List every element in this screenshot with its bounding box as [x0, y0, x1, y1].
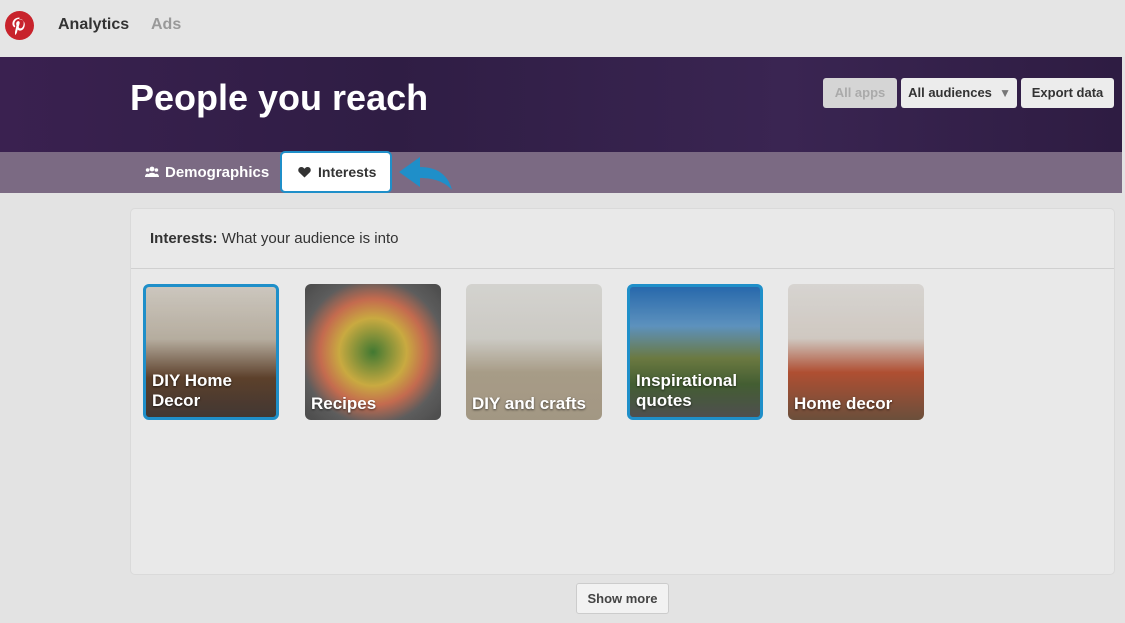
interest-tile[interactable]: DIY and crafts	[466, 284, 602, 420]
export-data-button[interactable]: Export data	[1021, 78, 1114, 108]
nav-analytics-link[interactable]: Analytics	[58, 16, 129, 34]
heart-icon	[298, 153, 318, 191]
panel-heading: Interests: What your audience is into	[150, 230, 398, 247]
interest-label: DIY Home Decor	[152, 371, 232, 410]
top-nav: Analytics Ads	[0, 0, 1125, 57]
caret-down-icon: ▼	[999, 86, 1011, 100]
tab-demographics-label: Demographics	[165, 164, 270, 181]
interest-tile[interactable]: Inspirational quotes	[627, 284, 763, 420]
page-header: People you reach All apps All audiences …	[0, 57, 1122, 152]
page: Analytics Ads People you reach All apps …	[0, 0, 1125, 623]
interest-label: Recipes	[311, 394, 377, 413]
panel-heading-bold: Interests:	[150, 230, 218, 247]
page-title: People you reach	[130, 77, 429, 118]
tab-interests-label: Interests	[318, 164, 377, 180]
interest-tile[interactable]: Home decor	[788, 284, 924, 420]
panel-heading-text: What your audience is into	[221, 230, 399, 247]
tab-interests[interactable]: Interests	[280, 151, 392, 193]
interest-tile[interactable]: DIY Home Decor	[143, 284, 279, 420]
all-apps-button[interactable]: All apps	[823, 78, 897, 108]
all-audiences-dropdown[interactable]: All audiences ▼	[901, 78, 1017, 108]
interest-label: Inspirational quotes	[636, 371, 738, 410]
curved-arrow-icon	[399, 157, 452, 190]
all-audiences-label: All audiences	[908, 85, 992, 100]
panel-divider	[131, 268, 1114, 269]
interest-tile[interactable]: Recipes	[305, 284, 441, 420]
interests-panel: Interests: What your audience is into DI…	[130, 208, 1115, 575]
pinterest-logo-icon[interactable]	[5, 11, 34, 40]
interest-label: Home decor	[794, 394, 893, 413]
nav-ads-link[interactable]: Ads	[151, 16, 181, 34]
show-more-button[interactable]: Show more	[576, 583, 669, 614]
people-icon	[145, 152, 165, 193]
interest-label: DIY and crafts	[472, 394, 587, 413]
tab-bar: Demographics Interests	[0, 151, 1122, 193]
tab-demographics[interactable]: Demographics	[145, 152, 269, 193]
